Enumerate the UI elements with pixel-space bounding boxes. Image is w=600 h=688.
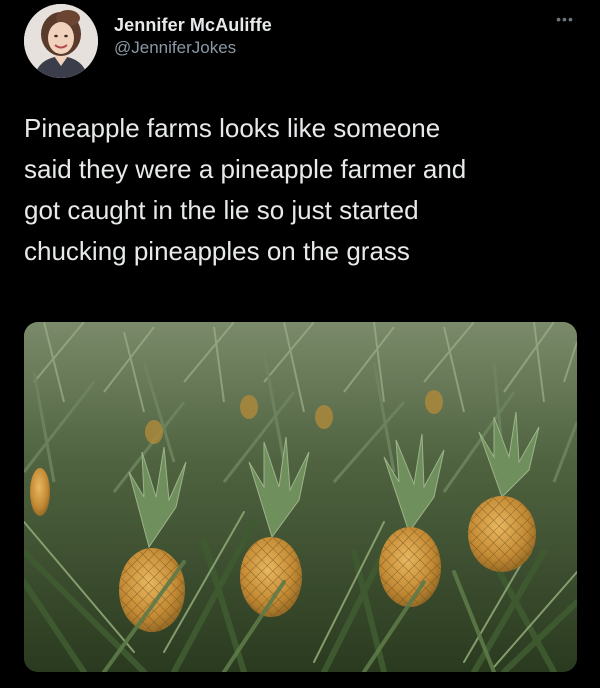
author-handle[interactable]: @JenniferJokes: [114, 37, 272, 59]
pineapple-field-image: [24, 322, 577, 672]
tweet-text-line: said they were a pineapple farmer and: [24, 154, 467, 184]
tweet-photo[interactable]: [24, 322, 577, 672]
tweet-text-line: chucking pineapples on the grass: [24, 236, 410, 266]
author-display-name[interactable]: Jennifer McAuliffe: [114, 14, 272, 36]
tweet-text: Pineapple farms looks like someone said …: [24, 108, 580, 272]
more-options-button[interactable]: •••: [554, 11, 576, 30]
tweet: Jennifer McAuliffe @JenniferJokes ••• Pi…: [0, 0, 600, 688]
more-dots-icon: •••: [556, 11, 574, 27]
tweet-text-line: Pineapple farms looks like someone: [24, 113, 441, 143]
tweet-text-line: got caught in the lie so just started: [24, 195, 419, 225]
profile-photo-icon: [24, 4, 98, 78]
author-info: Jennifer McAuliffe @JenniferJokes: [114, 14, 272, 59]
avatar[interactable]: [24, 4, 98, 78]
